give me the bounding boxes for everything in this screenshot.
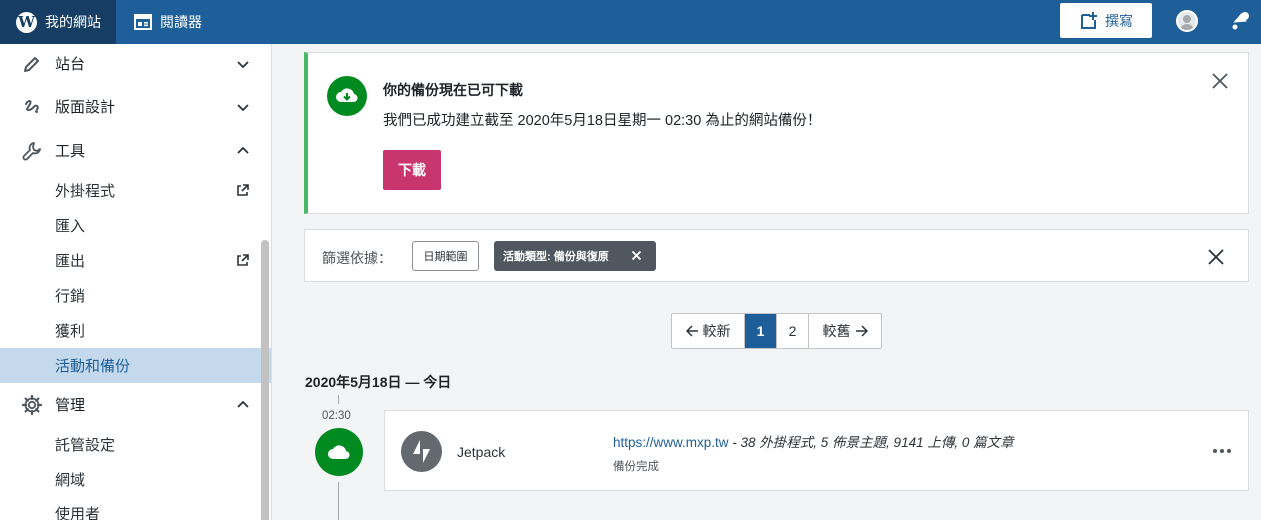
sidebar-item-label: 版面設計 (55, 99, 116, 116)
more-actions-icon[interactable] (1213, 449, 1231, 453)
sidebar-item-hosting[interactable]: 託管設定 (0, 427, 271, 462)
sidebar: 站台 版面設計 工具 外掛程式 匯入 匯出 行銷 獲利 活動和備份 管理 託管設… (0, 44, 272, 520)
activity-date-heading: 2020年5月18日 — 今日 (305, 374, 452, 390)
write-button[interactable]: 撰寫 (1060, 3, 1152, 38)
newer-button[interactable]: 較新 (672, 314, 745, 348)
gear-icon (21, 394, 43, 416)
older-label: 較舊 (822, 323, 851, 339)
sidebar-item-users[interactable]: 使用者 (0, 496, 271, 520)
sidebar-item-label: 匯入 (55, 218, 86, 235)
external-link-icon (237, 254, 249, 266)
timeline-line (338, 482, 339, 520)
reader-button[interactable]: 閱讀器 (116, 0, 202, 44)
activity-status: 備份完成 (613, 461, 659, 473)
backup-ready-notice: 你的備份現在已可下載 我們已成功建立截至 2020年5月18日星期一 02:30… (304, 52, 1249, 214)
arrow-left-icon (685, 325, 698, 337)
wrench-icon (21, 140, 43, 162)
chevron-up-icon (237, 400, 249, 408)
page-2-button[interactable]: 2 (777, 314, 809, 348)
sidebar-item-import[interactable]: 匯入 (0, 208, 271, 243)
notice-message: 我們已成功建立截至 2020年5月18日星期一 02:30 為止的網站備份！ (383, 113, 822, 129)
my-site-label: 我的網站 (45, 14, 101, 30)
cloud-download-icon (327, 76, 367, 116)
filter-bar: 篩選依據： 日期範圍 活動類型: 備份與復原 (304, 229, 1249, 282)
pencil-icon (21, 53, 43, 75)
design-icon (21, 96, 43, 118)
activity-description: https://www.mxp.tw - 38 外掛程式, 5 佈景主題, 91… (613, 431, 1014, 451)
notifications-bell-icon[interactable] (1230, 10, 1250, 37)
sidebar-item-label: 使用者 (55, 506, 101, 520)
external-link-icon (237, 184, 249, 196)
sidebar-item-manage[interactable]: 管理 (0, 387, 271, 422)
chevron-down-icon (237, 103, 249, 111)
site-link[interactable]: https://www.mxp.tw (613, 435, 729, 450)
close-icon[interactable] (1211, 72, 1229, 90)
download-button[interactable]: 下載 (383, 150, 441, 190)
date-range-filter-button[interactable]: 日期範圍 (412, 241, 479, 271)
page-1-button[interactable]: 1 (745, 314, 777, 348)
masterbar: W 我的網站 閱讀器 撰寫 (0, 0, 1261, 44)
notice-title: 你的備份現在已可下載 (383, 82, 523, 98)
sidebar-item-label: 網域 (55, 472, 86, 489)
arrow-right-icon (855, 325, 868, 337)
older-button[interactable]: 較舊 (809, 314, 881, 348)
sidebar-item-label: 工具 (55, 143, 86, 160)
activity-time: 02:30 (322, 410, 351, 422)
sidebar-item-marketing[interactable]: 行銷 (0, 278, 271, 313)
remove-filter-icon[interactable] (631, 250, 642, 261)
avatar[interactable] (1176, 10, 1198, 32)
sidebar-item-export[interactable]: 匯出 (0, 243, 271, 278)
sidebar-item-site[interactable]: 站台 (0, 46, 271, 81)
activity-type-filter-chip[interactable]: 活動類型: 備份與復原 (494, 241, 656, 271)
sidebar-item-domains[interactable]: 網域 (0, 462, 271, 497)
filter-label: 篩選依據： (322, 250, 392, 266)
sidebar-scrollbar[interactable] (261, 240, 269, 520)
wordpress-logo-icon: W (16, 11, 37, 33)
activity-actor: Jetpack (457, 444, 506, 460)
sidebar-item-label: 管理 (55, 397, 86, 414)
sidebar-item-label: 行銷 (55, 288, 86, 305)
activity-summary: - 38 外掛程式, 5 佈景主題, 9141 上傳, 0 篇文章 (728, 435, 1014, 450)
sidebar-item-label: 託管設定 (55, 437, 116, 454)
sidebar-item-label: 獲利 (55, 323, 86, 340)
sidebar-item-label: 外掛程式 (55, 183, 116, 200)
timeline-line (338, 395, 339, 404)
newer-label: 較新 (702, 323, 731, 339)
chevron-up-icon (237, 146, 249, 154)
sidebar-item-tools[interactable]: 工具 (0, 133, 271, 168)
write-icon (1081, 11, 1097, 29)
sidebar-item-plugins[interactable]: 外掛程式 (0, 173, 271, 208)
clear-filters-icon[interactable] (1207, 248, 1225, 266)
sidebar-item-label: 站台 (55, 56, 86, 73)
reader-label: 閱讀器 (160, 14, 202, 30)
activity-type-filter-label: 活動類型: 備份與復原 (503, 251, 609, 263)
reader-icon (134, 14, 152, 30)
sidebar-item-earn[interactable]: 獲利 (0, 313, 271, 348)
write-label: 撰寫 (1105, 12, 1133, 29)
backup-cloud-icon (315, 428, 363, 476)
sidebar-item-label: 匯出 (55, 253, 86, 270)
sidebar-item-activity-backup[interactable]: 活動和備份 (0, 348, 271, 383)
pagination: 較新 1 2 較舊 (671, 313, 882, 349)
jetpack-logo-icon (401, 431, 442, 472)
activity-card: Jetpack https://www.mxp.tw - 38 外掛程式, 5 … (384, 410, 1249, 491)
sidebar-item-label: 活動和備份 (55, 358, 131, 375)
sidebar-item-design[interactable]: 版面設計 (0, 89, 271, 124)
chevron-down-icon (237, 60, 249, 68)
my-site-button[interactable]: W 我的網站 (0, 0, 116, 44)
